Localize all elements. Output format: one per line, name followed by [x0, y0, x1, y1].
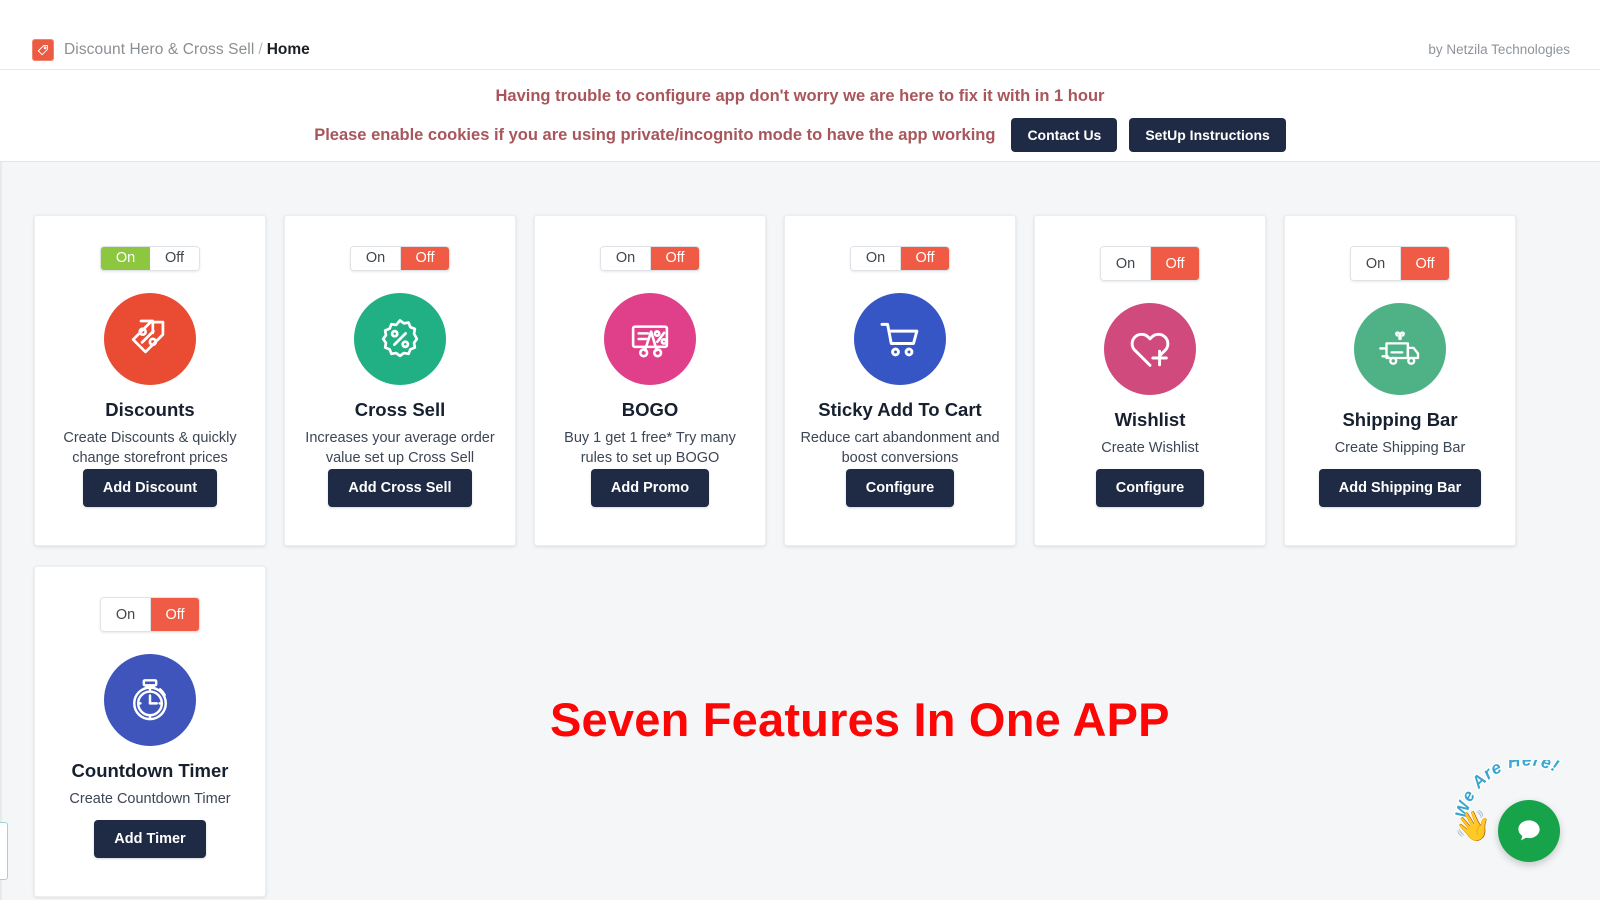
- card-slot: On Off: [534, 215, 784, 546]
- notice-row-2: Please enable cookies if you are using p…: [0, 118, 1600, 152]
- discount-tag-logo-icon: [32, 38, 54, 61]
- breadcrumb: Discount Hero & Cross Sell / Home: [0, 38, 310, 61]
- card-slot: On Off Cross Sell Increases your average…: [284, 215, 534, 546]
- card-action-wrap: Configure: [845, 469, 955, 507]
- toggle-on-cross-sell[interactable]: On: [351, 247, 400, 270]
- feature-card-shipping-bar: On Off Shipping Bar Create Shipping Bar …: [1284, 215, 1516, 546]
- feature-card-countdown-timer: On Off Countdown Timer Create Countdown …: [34, 566, 266, 897]
- card-description: Create Countdown Timer: [69, 791, 231, 808]
- card-title: Shipping Bar: [1342, 409, 1458, 430]
- toggle-on-shipping-bar[interactable]: On: [1351, 247, 1400, 280]
- configure-sticky-add-to-cart-button[interactable]: Configure: [845, 469, 955, 507]
- stopwatch-icon: [104, 654, 196, 746]
- attribution-label: by Netzila Technologies: [1428, 42, 1570, 57]
- feature-card-wishlist: On Off Wishlist Create Wishlist Configur…: [1034, 215, 1266, 546]
- setup-instructions-button[interactable]: SetUp Instructions: [1129, 118, 1286, 152]
- coupon-scissors-icon: [604, 292, 696, 385]
- toggle-on-sticky-add-to-cart[interactable]: On: [851, 247, 900, 270]
- add-timer-button[interactable]: Add Timer: [94, 820, 206, 858]
- discount-tags-icon: [104, 292, 196, 385]
- app-name-label[interactable]: Discount Hero & Cross Sell: [64, 41, 254, 59]
- feature-card-bogo: On Off BOGO Buy 1 get 1 free* Try many r…: [534, 215, 766, 546]
- toggle-sticky-add-to-cart[interactable]: On Off: [850, 246, 950, 271]
- collapsed-side-panel-handle[interactable]: [0, 822, 8, 880]
- percent-badge-icon: [354, 292, 446, 385]
- configure-wishlist-button[interactable]: Configure: [1095, 469, 1205, 507]
- card-action-wrap: Configure: [1095, 469, 1205, 507]
- toggle-off-discounts[interactable]: Off: [150, 247, 199, 270]
- card-action-wrap: Add Shipping Bar: [1318, 469, 1482, 507]
- card-title: Countdown Timer: [71, 760, 229, 781]
- toggle-on-bogo[interactable]: On: [601, 247, 650, 270]
- card-description: Create Discounts & quickly change storef…: [63, 429, 237, 467]
- card-slot: On Off Wishlist Create Wishlist Configur…: [1034, 215, 1284, 546]
- feature-card-sticky-add-to-cart: On Off Sticky Add To Cart Reduce cart ab…: [784, 215, 1016, 546]
- contact-us-button[interactable]: Contact Us: [1011, 118, 1118, 152]
- toggle-bogo[interactable]: On Off: [600, 246, 700, 271]
- toggle-off-wishlist[interactable]: Off: [1150, 247, 1199, 280]
- card-slot: On Off Discounts Create Discounts & quic…: [34, 215, 284, 546]
- chat-widget: We Are Here! 👋: [1448, 760, 1600, 880]
- waving-hand-icon: 👋: [1454, 810, 1492, 843]
- add-discount-button[interactable]: Add Discount: [82, 469, 218, 507]
- toggle-off-sticky-add-to-cart[interactable]: Off: [900, 247, 949, 270]
- card-slot: On Off Sticky Add To Cart Reduce cart ab…: [784, 215, 1034, 546]
- card-action-wrap: Add Discount: [82, 469, 218, 507]
- left-edge-rail: [0, 162, 2, 900]
- card-slot: On Off Shipping Bar Create Shipping Bar …: [1284, 215, 1534, 546]
- notice-line-1: Having trouble to configure app don't wo…: [495, 87, 1105, 105]
- add-shipping-bar-button[interactable]: Add Shipping Bar: [1318, 469, 1482, 507]
- toggle-on-discounts[interactable]: On: [101, 247, 150, 270]
- gift-truck-icon: [1354, 303, 1446, 395]
- card-description: Create Shipping Bar: [1334, 440, 1466, 457]
- breadcrumb-separator: /: [258, 40, 263, 58]
- add-cross-sell-button[interactable]: Add Cross Sell: [328, 469, 472, 507]
- toggle-wishlist[interactable]: On Off: [1100, 246, 1200, 281]
- card-title: Discounts: [105, 398, 195, 420]
- card-action-wrap: Add Cross Sell: [328, 469, 472, 507]
- card-action-wrap: Add Timer: [94, 820, 206, 858]
- toggle-off-bogo[interactable]: Off: [650, 247, 699, 270]
- breadcrumb-current-page: Home: [266, 40, 310, 58]
- heart-plus-icon: [1104, 303, 1196, 395]
- add-promo-button[interactable]: Add Promo: [590, 469, 710, 507]
- app-header: Discount Hero & Cross Sell / Home by Net…: [0, 30, 1600, 70]
- card-description: Buy 1 get 1 free* Try many rules to set …: [564, 429, 736, 467]
- toggle-countdown-timer[interactable]: On Off: [100, 597, 200, 632]
- card-description: Create Wishlist: [1101, 440, 1199, 457]
- card-slot: On Off: [34, 566, 284, 897]
- notice-line-2: Please enable cookies if you are using p…: [314, 125, 996, 144]
- toggle-off-cross-sell[interactable]: Off: [400, 247, 449, 270]
- app-page: Discount Hero & Cross Sell / Home by Net…: [0, 0, 1600, 900]
- shopping-cart-icon: [854, 292, 946, 385]
- toggle-off-shipping-bar[interactable]: Off: [1400, 247, 1449, 280]
- card-title: BOGO: [621, 398, 679, 420]
- card-description: Reduce cart abandonment and boost conver…: [800, 429, 1000, 467]
- card-title: Sticky Add To Cart: [818, 398, 982, 420]
- card-title: Wishlist: [1114, 409, 1186, 430]
- notice-banner: Having trouble to configure app don't wo…: [0, 70, 1600, 162]
- toggle-on-countdown-timer[interactable]: On: [101, 598, 150, 631]
- chat-bubble-icon[interactable]: [1498, 800, 1560, 862]
- feature-card-discounts: On Off Discounts Create Discounts & quic…: [34, 215, 266, 546]
- card-title: Cross Sell: [354, 398, 446, 420]
- card-action-wrap: Add Promo: [590, 469, 710, 507]
- toggle-shipping-bar[interactable]: On Off: [1350, 246, 1450, 281]
- toggle-off-countdown-timer[interactable]: Off: [150, 598, 199, 631]
- hero-headline: Seven Features In One APP: [550, 693, 1170, 746]
- toggle-on-wishlist[interactable]: On: [1101, 247, 1150, 280]
- feature-card-cross-sell: On Off Cross Sell Increases your average…: [284, 215, 516, 546]
- top-white-strip: [0, 0, 1600, 30]
- card-description: Increases your average order value set u…: [305, 429, 495, 467]
- toggle-discounts[interactable]: On Off: [100, 246, 200, 271]
- feature-card-grid: On Off Discounts Create Discounts & quic…: [34, 215, 1554, 897]
- toggle-cross-sell[interactable]: On Off: [350, 246, 450, 271]
